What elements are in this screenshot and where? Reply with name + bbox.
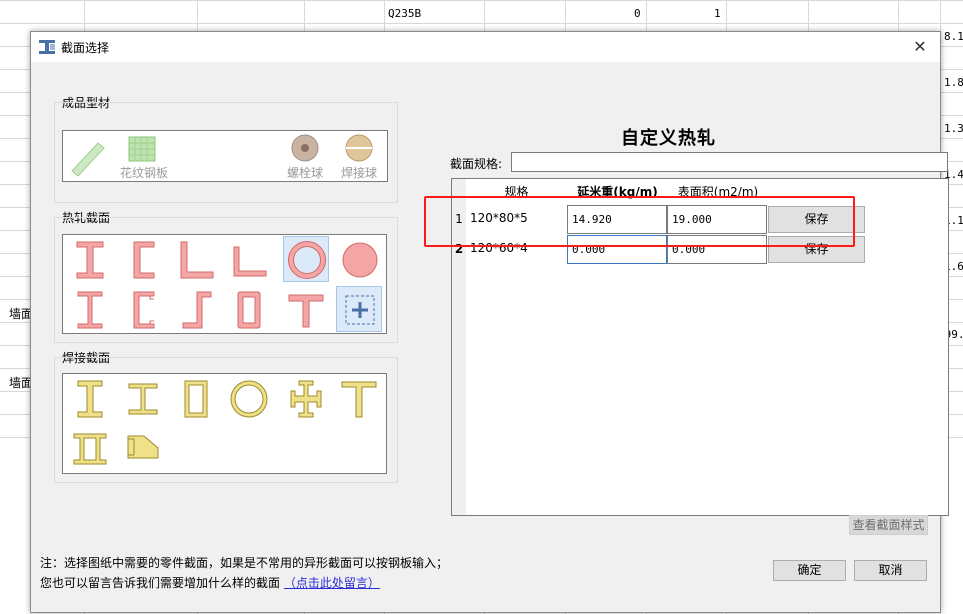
welded-tee-icon [341, 381, 377, 418]
welded-box-icon [184, 380, 208, 418]
hot-rolled-gallery [62, 234, 387, 334]
welded-h-icon [128, 383, 158, 415]
welded-sections-gallery [62, 373, 387, 474]
save-button[interactable]: 保存 [768, 236, 865, 263]
channel-icon [133, 241, 155, 279]
cancel-button[interactable]: 取消 [854, 560, 927, 581]
dialog-title: 截面选择 [61, 41, 110, 55]
section-select-dialog: 截面选择 ✕ 成品型材 花纹钢板 螺栓球 焊接球 热轧截面 焊接截面 自定义热轧… [30, 31, 949, 613]
welded-i-shape[interactable] [67, 376, 113, 422]
welded-i-icon [77, 380, 103, 418]
leave-message-link[interactable]: （点击此处留言） [284, 576, 380, 590]
welded-double-shape[interactable] [67, 426, 113, 472]
welded-h-shape[interactable] [120, 376, 166, 422]
i-beam-shape[interactable] [67, 237, 113, 283]
sheet-cell[interactable]: Q235B [388, 7, 421, 20]
round-pipe-icon [288, 241, 326, 279]
welded-box-shape[interactable] [173, 376, 219, 422]
unequal-angle-icon [233, 246, 267, 277]
equal-angle-shape[interactable] [173, 237, 219, 283]
custom-hot-rolled-title: 自定义热轧 [621, 128, 716, 149]
channel-shape[interactable] [120, 237, 166, 283]
spec-label: 截面规格: [450, 157, 503, 171]
round-pipe-shape[interactable] [283, 236, 329, 282]
title-bar[interactable]: 截面选择 ✕ [31, 32, 940, 62]
welded-cross-shape[interactable] [283, 376, 329, 422]
note-text: 您也可以留言告诉我们需要增加什么样的截面 [40, 576, 281, 590]
sheet-cell[interactable]: 0 [634, 7, 641, 20]
round-bar-shape[interactable] [337, 237, 383, 283]
tee-icon [288, 294, 324, 328]
save-button[interactable]: 保存 [768, 206, 865, 233]
unequal-angle-shape[interactable] [226, 237, 272, 283]
row-number: 2 [454, 242, 464, 256]
note-line-1: 注：选择图纸中需要的零件截面，如果是不常用的异形截面可以按钢板输入； [40, 556, 449, 570]
equal-angle-icon [180, 241, 214, 279]
cell-weight[interactable]: 14.920 [567, 205, 667, 234]
sheet-cell[interactable]: 1.3 [944, 122, 963, 135]
close-button[interactable]: ✕ [900, 32, 940, 62]
welded-pipe-icon [230, 380, 268, 418]
light-channel-icon [133, 291, 155, 329]
view-section-style-button[interactable]: 查看截面样式 [849, 515, 928, 535]
note-line-2: 您也可以留言告诉我们需要增加什么样的截面 （点击此处留言） [40, 574, 380, 591]
ok-button[interactable]: 确定 [773, 560, 846, 581]
row-number: 1 [455, 212, 463, 226]
cell-area[interactable]: 0.000 [667, 235, 767, 264]
cell-weight[interactable]: 0.000 [567, 235, 667, 264]
bolt-ball-label: 螺栓球 [286, 166, 323, 180]
cell-spec[interactable]: 120*60*4 [466, 235, 567, 264]
rect-tube-shape[interactable] [226, 287, 272, 333]
welded-pipe-shape[interactable] [226, 376, 272, 422]
i-beam-icon [76, 241, 104, 279]
col-header-spec: 规格 [466, 179, 567, 205]
welded-tee-shape[interactable] [336, 376, 382, 422]
app-icon [39, 40, 55, 54]
welded-tapered-shape[interactable] [120, 426, 166, 472]
tee-shape[interactable] [283, 287, 329, 333]
welded-cross-icon [290, 380, 322, 418]
col-header-weight: 延米重(kg/m) [567, 179, 668, 205]
sheet-cell[interactable]: 1 [714, 7, 721, 20]
welded-ball-label: 焊接球 [340, 166, 377, 180]
light-channel-shape[interactable] [120, 287, 166, 333]
flat-bar-icon [71, 142, 105, 177]
add-custom-icon [345, 295, 375, 325]
custom-section-table[interactable]: 规格 延米重(kg/m) 表面积(m2/m) 1 120*80*5 14.920… [451, 178, 949, 516]
checker-plate-label: 花纹钢板 [119, 166, 168, 180]
add-custom-section-shape[interactable] [336, 286, 382, 332]
sheet-cell[interactable]: 1.8 [944, 76, 963, 89]
col-header-area: 表面积(m2/m) [668, 179, 768, 205]
rect-tube-icon [237, 291, 261, 329]
cell-spec[interactable]: 120*80*5 [466, 205, 567, 234]
z-section-icon [182, 291, 212, 329]
spec-input[interactable] [511, 152, 948, 172]
row-header-column [452, 179, 466, 515]
welded-tapered-icon [127, 435, 159, 459]
flat-bar-shape[interactable] [66, 133, 112, 179]
finished-profiles-gallery: 花纹钢板 螺栓球 焊接球 [62, 130, 388, 182]
cell-area[interactable]: 19.000 [667, 205, 767, 234]
z-section-shape[interactable] [173, 287, 219, 333]
sheet-cell[interactable]: 8.1 [944, 30, 963, 43]
round-bar-icon [342, 242, 378, 278]
close-icon: ✕ [913, 37, 927, 56]
welded-double-icon [73, 433, 107, 465]
h-beam-icon [77, 291, 103, 329]
h-beam-shape[interactable] [67, 287, 113, 333]
